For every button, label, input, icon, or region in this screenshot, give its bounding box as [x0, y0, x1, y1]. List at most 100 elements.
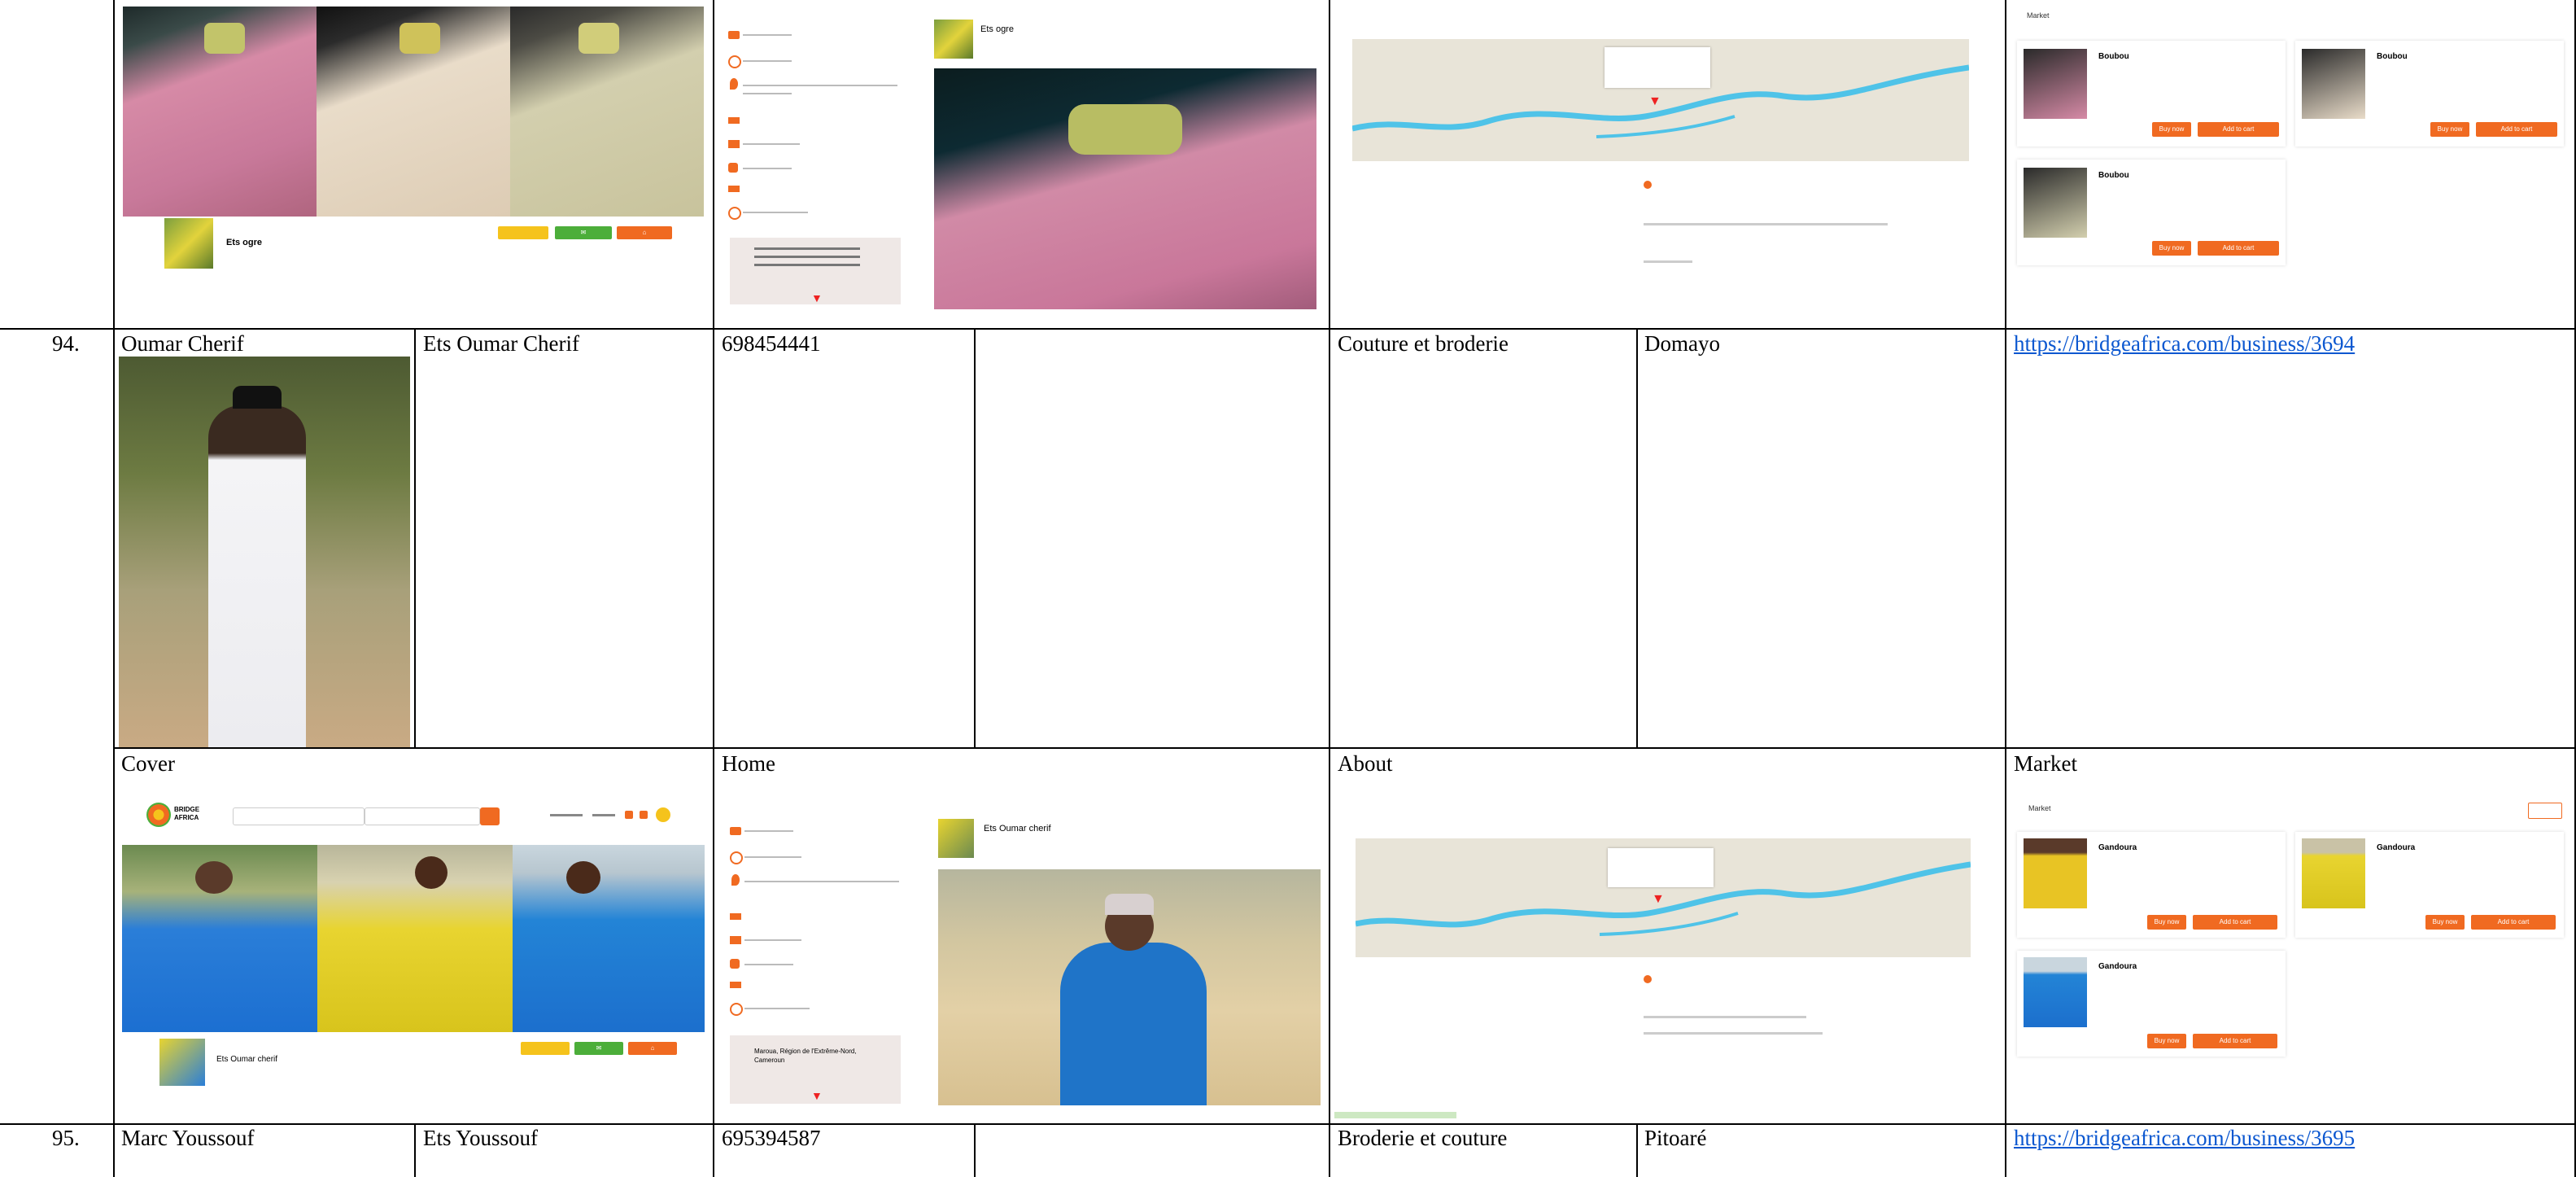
icon-team — [730, 936, 741, 944]
add-to-cart-button[interactable]: Add to cart — [2193, 915, 2277, 930]
clock-icon — [728, 207, 741, 220]
post-image — [938, 869, 1321, 1105]
table-line — [0, 328, 2576, 330]
product-name: Boubou — [2098, 171, 2129, 180]
product-card[interactable]: Boubou Buy now Add to cart — [2017, 160, 2286, 265]
market-label: Market — [2014, 751, 2077, 776]
home-info-panel — [728, 827, 907, 1030]
info-line — [754, 256, 860, 258]
home-screenshot: Maroua, Région de l'Extrême-Nord, Camero… — [718, 811, 1325, 1109]
product-name: Boubou — [2098, 52, 2129, 61]
product-image — [2024, 49, 2087, 119]
product-image — [2302, 838, 2365, 908]
info-line — [1644, 1032, 1823, 1035]
chevron-down-icon[interactable]: ▼ — [811, 1091, 823, 1104]
add-to-cart-button[interactable]: Add to cart — [2193, 1034, 2277, 1048]
info-line — [754, 247, 860, 250]
table-line — [1636, 329, 1638, 748]
avatar — [164, 218, 213, 269]
search-icon — [730, 851, 743, 864]
add-to-cart-button[interactable]: Add to cart — [2198, 122, 2279, 137]
post-avatar — [934, 20, 973, 59]
message-button[interactable]: ✉ — [555, 226, 612, 239]
buy-now-button[interactable]: Buy now — [2152, 241, 2191, 256]
buy-now-button[interactable]: Buy now — [2430, 122, 2469, 137]
business-link[interactable]: https://bridgeafrica.com/business/3695 — [2014, 1125, 2355, 1151]
map-pin-icon: ▼ — [1652, 892, 1665, 906]
product-name: Gandoura — [2098, 843, 2137, 852]
table-line — [1636, 1124, 1638, 1177]
search-button[interactable] — [480, 807, 500, 825]
info-line — [744, 881, 899, 882]
cover-screenshot: BRIDGE AFRICA Ets Oumar cherif ✉ ⌂ — [119, 798, 708, 1099]
avatar — [159, 1039, 205, 1086]
cover-photo-cream-collar — [399, 23, 440, 54]
phone-icon — [728, 163, 738, 173]
cover-screenshot-top: Ets ogre ✉ ⌂ — [119, 5, 708, 325]
message-icon[interactable] — [640, 811, 648, 819]
market-title: Market — [2027, 11, 2050, 20]
person-robe — [1060, 943, 1207, 1105]
post-image-collar — [1068, 104, 1182, 155]
product-card[interactable]: Gandoura Buy now Add to cart — [2017, 832, 2286, 938]
cover-label: Cover — [121, 751, 175, 776]
map: ▼ — [1356, 838, 1971, 957]
cart-button[interactable] — [2528, 803, 2562, 819]
product-card[interactable]: Boubou Buy now Add to cart — [2017, 41, 2286, 147]
owner-name: Oumar Cherif — [121, 331, 244, 356]
buy-now-button[interactable]: Buy now — [2152, 122, 2191, 137]
product-image — [2024, 957, 2087, 1027]
product-name: Boubou — [2377, 52, 2408, 61]
owner-name: Marc Youssouf — [121, 1126, 255, 1150]
post-author: Ets ogre — [980, 24, 1014, 34]
product-name: Gandoura — [2098, 962, 2137, 971]
direction-button[interactable]: ⌂ — [628, 1042, 677, 1055]
add-to-cart-button[interactable]: Add to cart — [2471, 915, 2556, 930]
row-number: 94. — [52, 331, 80, 356]
message-button[interactable]: ✉ — [574, 1042, 623, 1055]
info-line — [743, 143, 800, 145]
icon-mail — [730, 982, 741, 988]
add-to-cart-button[interactable]: Add to cart — [2476, 122, 2557, 137]
search-input[interactable] — [233, 807, 365, 825]
buy-now-button[interactable]: Buy now — [2147, 1034, 2186, 1048]
direction-button[interactable]: ⌂ — [617, 226, 672, 239]
post-avatar — [938, 819, 974, 858]
nav-home-link[interactable] — [550, 814, 583, 816]
chevron-down-icon[interactable]: ▼ — [811, 293, 823, 306]
icon-mail — [728, 186, 740, 192]
info-line — [744, 830, 793, 832]
product-image — [2302, 49, 2365, 119]
map: ▼ — [1352, 39, 1969, 161]
buy-now-button[interactable]: Buy now — [2425, 915, 2465, 930]
notification-icon[interactable] — [625, 811, 633, 819]
business-link[interactable]: https://bridgeafrica.com/business/3694 — [2014, 330, 2355, 357]
location: Domayo — [1644, 331, 1720, 356]
info-line — [743, 93, 792, 94]
product-card[interactable]: Gandoura Buy now Add to cart — [2295, 832, 2564, 938]
cover-photo-pink-collar — [204, 23, 245, 54]
person-head — [566, 861, 600, 894]
info-line — [754, 264, 860, 266]
nav-market-link[interactable] — [592, 814, 615, 816]
product-card[interactable]: Boubou Buy now Add to cart — [2295, 41, 2564, 147]
product-card[interactable]: Gandoura Buy now Add to cart — [2017, 951, 2286, 1057]
buy-now-button[interactable]: Buy now — [2147, 915, 2186, 930]
info-line — [743, 85, 897, 86]
map-pin-icon: ▼ — [1648, 94, 1661, 108]
user-avatar[interactable] — [656, 807, 670, 822]
about-screenshot-top: ▼ — [1334, 5, 1975, 325]
person-head — [195, 861, 233, 894]
home-info-panel — [727, 13, 906, 241]
info-line — [743, 212, 808, 213]
add-to-cart-button[interactable]: Add to cart — [2198, 241, 2279, 256]
icon-briefcase — [730, 827, 741, 835]
location-icon — [731, 874, 740, 886]
profile-name: Ets Oumar cherif — [216, 1055, 278, 1064]
phone-number: 695394587 — [722, 1126, 821, 1150]
location-input[interactable] — [365, 807, 480, 825]
community-button[interactable] — [521, 1042, 570, 1055]
status-bar — [1334, 1112, 1456, 1118]
community-button[interactable] — [498, 226, 548, 239]
phone-number: 698454441 — [722, 331, 821, 356]
